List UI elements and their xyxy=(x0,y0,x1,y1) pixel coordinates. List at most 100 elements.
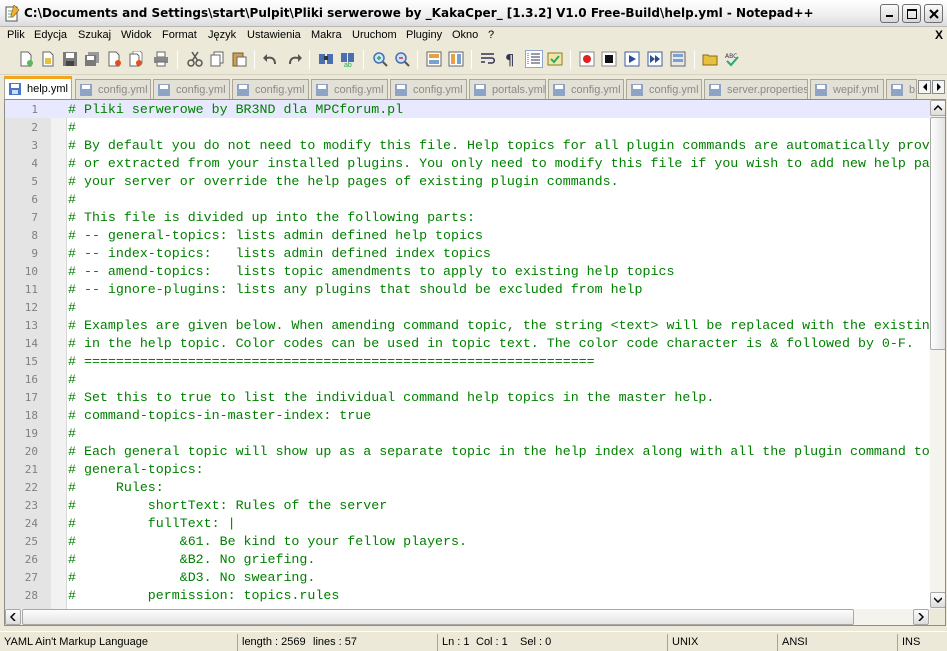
editor-line[interactable]: 1 # Pliki serwerowe by BR3ND dla MPCforum… xyxy=(5,100,930,118)
close-document-button[interactable]: X xyxy=(935,28,943,42)
tab-help-yml[interactable]: help.yml xyxy=(4,76,72,99)
code-text[interactable]: # Examples are given below. When amendin… xyxy=(68,318,930,333)
editor-line[interactable]: 8 # -- general-topics: lists admin define… xyxy=(5,226,930,244)
menu-makra[interactable]: Makra xyxy=(311,29,342,41)
paste-button[interactable] xyxy=(230,50,248,68)
code-text[interactable]: # This file is divided up into the follo… xyxy=(68,210,475,225)
code-text[interactable]: # xyxy=(68,372,76,387)
tab-scroll-left-button[interactable] xyxy=(918,80,931,94)
editor-line[interactable]: 5 # your server or override the help page… xyxy=(5,172,930,190)
code-text[interactable]: # &B2. No griefing. xyxy=(68,552,315,567)
editor-line[interactable]: 25 # &61. Be kind to your fellow players. xyxy=(5,532,930,550)
menu-ustawienia[interactable]: Ustawienia xyxy=(247,29,301,41)
horizontal-scroll-thumb[interactable] xyxy=(22,609,854,625)
editor-line[interactable]: 4 # or extracted from your installed plug… xyxy=(5,154,930,172)
print-button[interactable] xyxy=(152,50,170,68)
sync-horizontal-button[interactable] xyxy=(447,50,465,68)
menu-szukaj[interactable]: Szukaj xyxy=(78,29,111,41)
editor-line[interactable]: 12 # xyxy=(5,298,930,316)
spellcheck-button[interactable]: ABC xyxy=(723,50,741,68)
tab-config-yml[interactable]: config.yml xyxy=(311,79,388,99)
scroll-down-button[interactable] xyxy=(930,592,945,608)
code-text[interactable]: # or extracted from your installed plugi… xyxy=(68,156,930,171)
close-all-button[interactable] xyxy=(127,50,145,68)
editor-line[interactable]: 19 # xyxy=(5,424,930,442)
vertical-scroll-thumb[interactable] xyxy=(930,117,945,350)
editor-line[interactable]: 17 # Set this to true to list the individ… xyxy=(5,388,930,406)
code-text[interactable]: # permission: topics.rules xyxy=(68,588,339,603)
play-macro-button[interactable] xyxy=(623,50,641,68)
editor-line[interactable]: 28 # permission: topics.rules xyxy=(5,586,930,604)
editor-line[interactable]: 6 # xyxy=(5,190,930,208)
user-lang-button[interactable] xyxy=(546,50,564,68)
editor-line[interactable]: 3 # By default you do not need to modify … xyxy=(5,136,930,154)
run-macro-multiple-button[interactable] xyxy=(646,50,664,68)
menu-widok[interactable]: Widok xyxy=(121,29,152,41)
code-text[interactable]: # Set this to true to list the individua… xyxy=(68,390,714,405)
editor-line[interactable]: 24 # fullText: | xyxy=(5,514,930,532)
code-text[interactable]: # &D3. No swearing. xyxy=(68,570,315,585)
editor-line[interactable]: 20 # Each general topic will show up as a… xyxy=(5,442,930,460)
code-text[interactable]: # ======================================… xyxy=(68,354,595,369)
tab-config-yml[interactable]: config.yml xyxy=(232,79,309,99)
title-bar[interactable]: C:\Documents and Settings\start\Pulpit\P… xyxy=(0,0,947,27)
editor-line[interactable]: 10 # -- amend-topics: lists topic amendme… xyxy=(5,262,930,280)
code-text[interactable]: # -- ignore-plugins: lists any plugins t… xyxy=(68,282,643,297)
code-text[interactable]: # xyxy=(68,426,76,441)
editor-line[interactable]: 7 # This file is divided up into the foll… xyxy=(5,208,930,226)
tab-server-properties[interactable]: server.properties xyxy=(704,79,808,99)
editor-line[interactable]: 22 # Rules: xyxy=(5,478,930,496)
editor-line[interactable]: 23 # shortText: Rules of the server xyxy=(5,496,930,514)
editor-line[interactable]: 27 # &D3. No swearing. xyxy=(5,568,930,586)
zoom-out-button[interactable] xyxy=(393,50,411,68)
code-text[interactable]: # general-topics: xyxy=(68,462,204,477)
undo-button[interactable] xyxy=(262,50,280,68)
menu-uruchom[interactable]: Uruchom xyxy=(352,29,397,41)
zoom-in-button[interactable] xyxy=(371,50,389,68)
code-text[interactable]: # shortText: Rules of the server xyxy=(68,498,387,513)
tab-portals-yml[interactable]: portals.yml xyxy=(469,79,546,99)
code-text[interactable]: # command-topics-in-master-index: true xyxy=(68,408,371,423)
open-file-button[interactable] xyxy=(39,50,57,68)
code-text[interactable]: # Each general topic will show up as a s… xyxy=(68,444,930,459)
stop-record-button[interactable] xyxy=(600,50,618,68)
replace-button[interactable]: ab xyxy=(339,50,357,68)
scroll-left-button[interactable] xyxy=(5,609,21,625)
editor-line[interactable]: 11 # -- ignore-plugins: lists any plugins… xyxy=(5,280,930,298)
editor-line[interactable]: 9 # -- index-topics: lists admin defined … xyxy=(5,244,930,262)
menu-format[interactable]: Format xyxy=(162,29,197,41)
menu-help[interactable]: ? xyxy=(488,29,494,41)
tab-config-yml[interactable]: config.yml xyxy=(390,79,467,99)
code-text[interactable]: # Pliki serwerowe by BR3ND dla MPCforum.… xyxy=(68,102,403,117)
new-file-button[interactable] xyxy=(17,50,35,68)
close-window-button[interactable] xyxy=(924,4,943,23)
find-button[interactable] xyxy=(317,50,335,68)
word-wrap-button[interactable] xyxy=(479,50,497,68)
editor-line[interactable]: 21 # general-topics: xyxy=(5,460,930,478)
tab-scroll-right-button[interactable] xyxy=(932,80,945,94)
save-button[interactable] xyxy=(61,50,79,68)
tab-config-yml[interactable]: config.yml xyxy=(626,79,702,99)
editor-line[interactable]: 13 # Examples are given below. When amend… xyxy=(5,316,930,334)
close-button[interactable] xyxy=(105,50,123,68)
code-text[interactable]: # -- amend-topics: lists topic amendment… xyxy=(68,264,674,279)
copy-button[interactable] xyxy=(208,50,226,68)
record-macro-button[interactable] xyxy=(578,50,596,68)
editor-line[interactable]: 18 # command-topics-in-master-index: true xyxy=(5,406,930,424)
tab-config-yml[interactable]: config.yml xyxy=(75,79,151,99)
code-text[interactable]: # xyxy=(68,120,76,135)
code-text[interactable]: # -- index-topics: lists admin defined i… xyxy=(68,246,491,261)
vertical-scrollbar[interactable] xyxy=(930,100,945,609)
sync-vertical-button[interactable] xyxy=(425,50,443,68)
tab-truncated[interactable]: b xyxy=(886,79,917,99)
code-text[interactable]: # fullText: | xyxy=(68,516,236,531)
editor-line[interactable]: 2 # xyxy=(5,118,930,136)
folder-button[interactable] xyxy=(701,50,719,68)
code-text[interactable]: # By default you do not need to modify t… xyxy=(68,138,930,153)
code-text[interactable]: # xyxy=(68,300,76,315)
notepadpp-app-icon[interactable] xyxy=(4,5,20,22)
menu-okno[interactable]: Okno xyxy=(452,29,478,41)
editor-line[interactable]: 16 # xyxy=(5,370,930,388)
scroll-up-button[interactable] xyxy=(930,100,945,116)
redo-button[interactable] xyxy=(285,50,303,68)
